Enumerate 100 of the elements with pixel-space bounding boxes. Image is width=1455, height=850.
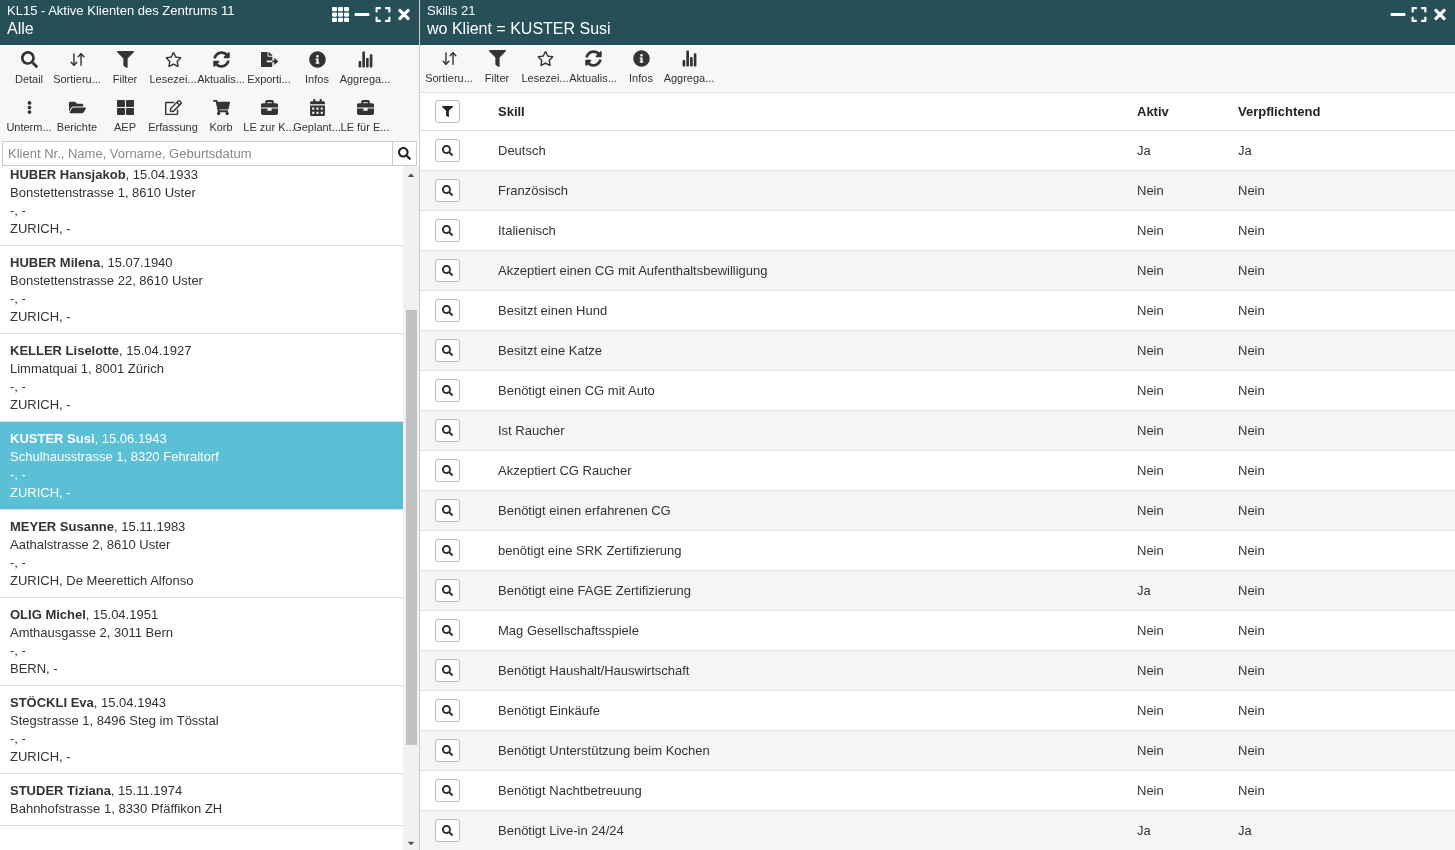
toolbar-button[interactable]: AEP bbox=[101, 94, 149, 140]
toolbar-button[interactable]: Exporti... bbox=[245, 46, 293, 92]
table-cell: Nein bbox=[1137, 502, 1164, 518]
detail-button[interactable] bbox=[435, 619, 460, 642]
toolbar-button[interactable]: Filter bbox=[101, 46, 149, 92]
table-row[interactable]: Benötigt Haushalt/Hauswirtschaft Nein Nein bbox=[420, 651, 1455, 691]
toolbar-button[interactable]: Lesezei... bbox=[521, 45, 569, 92]
star-icon bbox=[164, 50, 182, 68]
toolbar-button[interactable]: Korb bbox=[197, 94, 245, 140]
table-cell: Akzeptiert CG Raucher bbox=[498, 462, 632, 478]
table-cell: Nein bbox=[1137, 742, 1164, 758]
detail-button[interactable] bbox=[435, 379, 460, 402]
table-cell: Nein bbox=[1238, 502, 1265, 518]
maximize-icon[interactable] bbox=[1411, 6, 1427, 23]
column-header[interactable]: Skill bbox=[498, 103, 525, 119]
toolbar-button[interactable]: Aggrega... bbox=[665, 45, 713, 92]
refresh-icon bbox=[584, 50, 602, 68]
toolbar-button[interactable]: Sortieru... bbox=[53, 46, 101, 92]
detail-button[interactable] bbox=[435, 139, 460, 162]
toolbar-button[interactable]: Infos bbox=[293, 46, 341, 92]
detail-button[interactable] bbox=[435, 419, 460, 442]
detail-button[interactable] bbox=[435, 539, 460, 562]
filter-toggle-button[interactable] bbox=[435, 100, 460, 123]
client-name: STUDER Tiziana, 15.11.1974 bbox=[10, 782, 183, 800]
column-header[interactable]: Aktiv bbox=[1137, 103, 1169, 119]
search-icon bbox=[442, 305, 453, 316]
toolbar-button[interactable]: LE für E... bbox=[341, 94, 389, 140]
table-cell: Benötigt Einkäufe bbox=[498, 702, 600, 718]
client-detail: Schulhausstrasse 1, 8320 Fehraltorf bbox=[10, 448, 219, 466]
client-detail: Stegstrasse 1, 8496 Steg im Tösstal bbox=[10, 712, 219, 730]
column-header[interactable]: Verpflichtend bbox=[1238, 103, 1321, 119]
detail-button[interactable] bbox=[435, 299, 460, 322]
detail-button[interactable] bbox=[435, 339, 460, 362]
toolbar-button[interactable]: Aggrega... bbox=[341, 46, 389, 92]
table-row[interactable]: Ist Raucher Nein Nein bbox=[420, 411, 1455, 451]
close-icon[interactable] bbox=[396, 6, 412, 23]
table-cell: Benötigt Unterstützung beim Kochen bbox=[498, 742, 710, 758]
table-cell: Nein bbox=[1238, 622, 1265, 638]
toolbar-button[interactable]: Erfassung bbox=[149, 94, 197, 140]
table-cell: Nein bbox=[1137, 662, 1164, 678]
toolbar-button[interactable]: Unterm... bbox=[5, 94, 53, 140]
toolbar-button[interactable]: Lesezei... bbox=[149, 46, 197, 92]
search-icon bbox=[442, 745, 453, 756]
info-icon bbox=[308, 50, 326, 68]
search-icon bbox=[442, 265, 453, 276]
detail-button[interactable] bbox=[435, 819, 460, 842]
client-name: OLIG Michel, 15.04.1951 bbox=[10, 606, 159, 624]
table-cell: Nein bbox=[1238, 182, 1265, 198]
briefcase-icon bbox=[260, 98, 278, 116]
table-row[interactable]: Besitzt eine Katze Nein Nein bbox=[420, 331, 1455, 371]
detail-button[interactable] bbox=[435, 459, 460, 482]
table-cell: Nein bbox=[1137, 462, 1164, 478]
table-cell: Nein bbox=[1238, 422, 1265, 438]
search-icon bbox=[442, 705, 453, 716]
close-icon[interactable] bbox=[1432, 6, 1448, 23]
table-cell: Nein bbox=[1238, 782, 1265, 798]
detail-button[interactable] bbox=[435, 259, 460, 282]
client-detail: -, - bbox=[10, 290, 26, 308]
search-field[interactable]: Klient Nr., Name, Vorname, Geburtsdatum bbox=[2, 141, 393, 166]
detail-button[interactable] bbox=[435, 219, 460, 242]
table-row[interactable]: Benötigt Live-in 24/24 Ja Ja bbox=[420, 811, 1455, 850]
toolbar-button[interactable]: Aktualis... bbox=[197, 46, 245, 92]
table-cell: Nein bbox=[1238, 222, 1265, 238]
detail-button[interactable] bbox=[435, 659, 460, 682]
table-cell: benötigt eine SRK Zertifizierung bbox=[498, 542, 682, 558]
table-cell: Nein bbox=[1137, 382, 1164, 398]
grid-icon[interactable] bbox=[332, 6, 349, 23]
toolbar-button[interactable]: Sortieru... bbox=[425, 45, 473, 92]
scrollbar[interactable] bbox=[403, 166, 419, 850]
table-cell: Nein bbox=[1137, 622, 1164, 638]
detail-button[interactable] bbox=[435, 699, 460, 722]
refresh-icon bbox=[212, 50, 230, 68]
table-cell: Nein bbox=[1137, 422, 1164, 438]
table-cell: Nein bbox=[1238, 582, 1265, 598]
table-row[interactable]: Benötigt eine FAGE Zertifizierung Ja Nein bbox=[420, 571, 1455, 611]
detail-button[interactable] bbox=[435, 179, 460, 202]
table-cell: Nein bbox=[1238, 262, 1265, 278]
table-row[interactable]: Französisch Nein Nein bbox=[420, 171, 1455, 211]
toolbar-button[interactable]: LE zur K... bbox=[245, 94, 293, 140]
filter-icon bbox=[442, 106, 453, 117]
client-detail: -, - bbox=[10, 378, 26, 396]
table-row[interactable]: Benötigt Unterstützung beim Kochen Nein Nein bbox=[420, 731, 1455, 771]
toolbar-button[interactable]: Infos bbox=[617, 45, 665, 92]
detail-button[interactable] bbox=[435, 499, 460, 522]
detail-button[interactable] bbox=[435, 739, 460, 762]
table-cell: Benötigt Haushalt/Hauswirtschaft bbox=[498, 662, 690, 678]
toolbar-button[interactable]: Aktualis... bbox=[569, 45, 617, 92]
toolbar-button[interactable]: Detail bbox=[5, 46, 53, 92]
toolbar-button[interactable]: Geplant... bbox=[293, 94, 341, 140]
search-button[interactable] bbox=[393, 141, 417, 166]
table-row[interactable]: Benötigt einen erfahrenen CG Nein Nein bbox=[420, 491, 1455, 531]
toolbar-button[interactable]: Berichte bbox=[53, 94, 101, 140]
client-detail: Aathalstrasse 2, 8610 Uster bbox=[10, 536, 171, 554]
table-row[interactable]: Akzeptiert einen CG mit Aufenthaltsbewilligung Nein Nein bbox=[420, 251, 1455, 291]
detail-button[interactable] bbox=[435, 579, 460, 602]
table-cell: Ist Raucher bbox=[498, 422, 565, 438]
toolbar-button[interactable]: Filter bbox=[473, 45, 521, 92]
detail-button[interactable] bbox=[435, 779, 460, 802]
maximize-icon[interactable] bbox=[375, 6, 391, 23]
bar-chart-icon bbox=[356, 50, 374, 68]
